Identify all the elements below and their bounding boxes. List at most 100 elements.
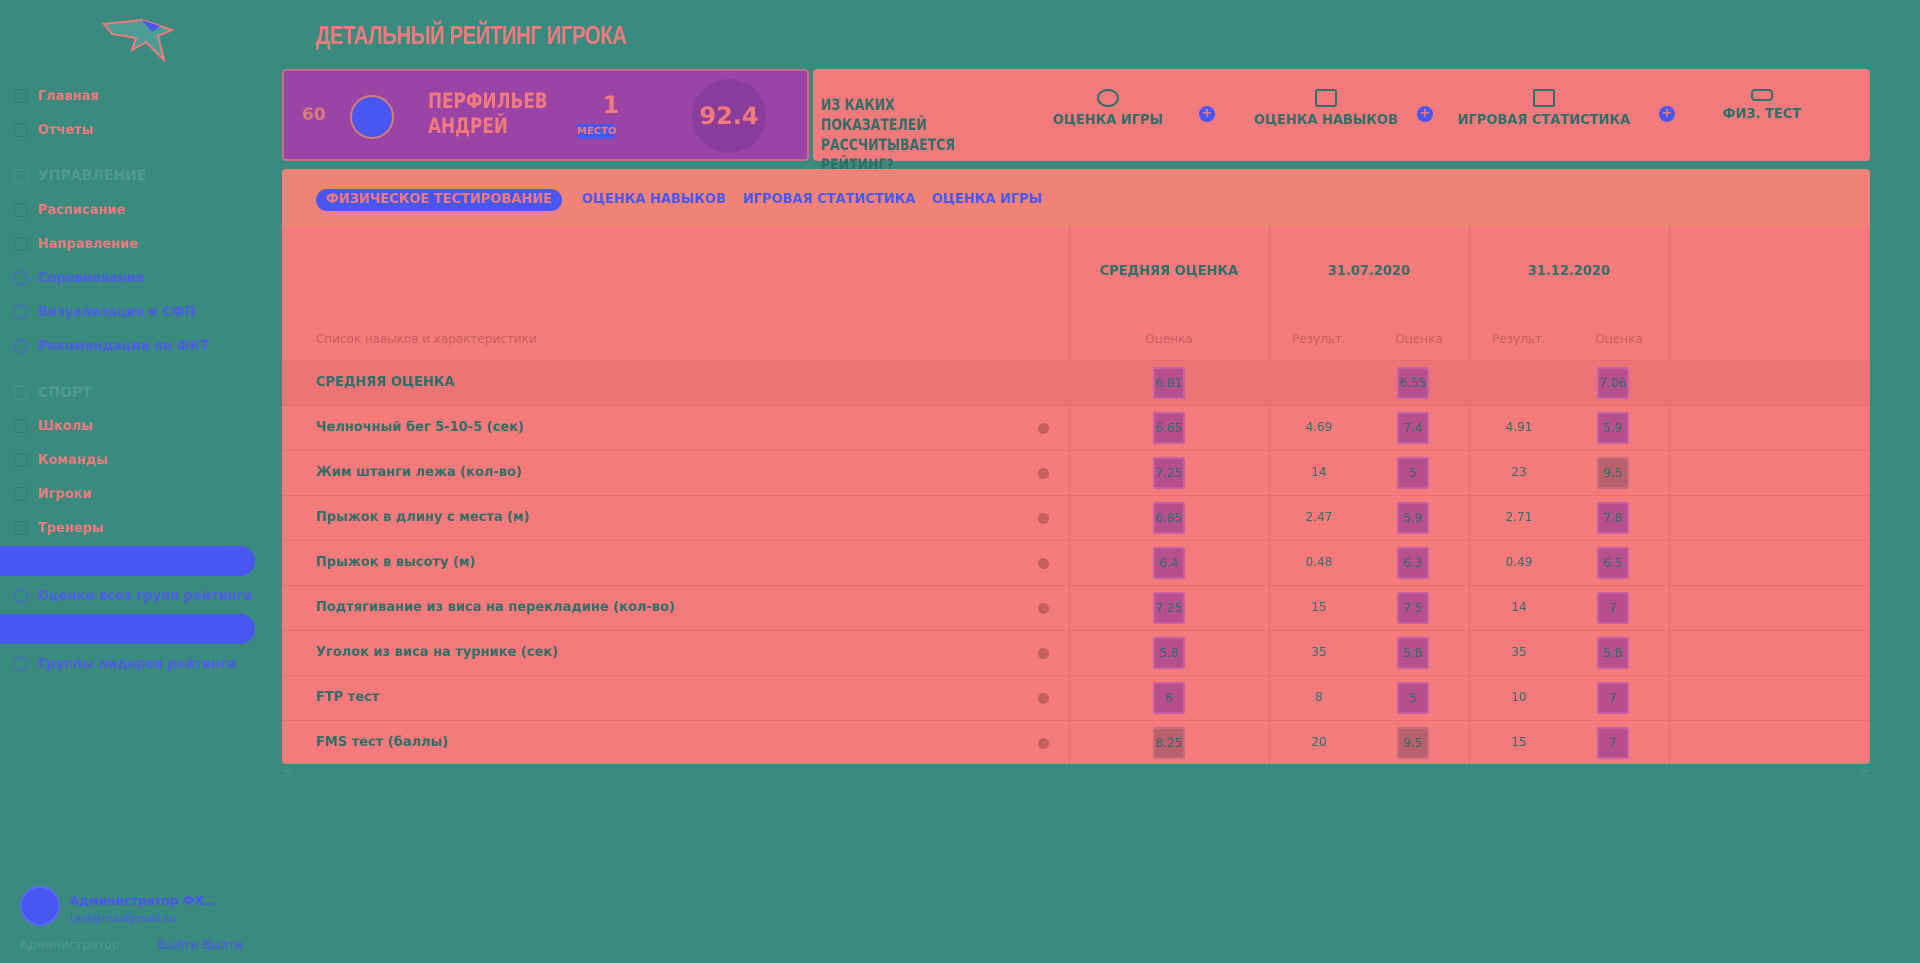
player-firstname: АНДРЕЙ xyxy=(428,114,508,138)
info-icon[interactable] xyxy=(1038,602,1049,614)
nav-teams[interactable]: Команды xyxy=(0,445,255,475)
player-surname: ПЕРФИЛЬЕВ xyxy=(428,89,548,113)
school-icon xyxy=(14,419,28,433)
nav-label: Школы xyxy=(38,418,94,434)
row-label: FMS тест (баллы) xyxy=(316,734,449,750)
result-cell: 15 xyxy=(1511,734,1527,749)
tab-game-stats[interactable]: ИГРОВАЯ СТАТИСТИКА xyxy=(743,189,915,211)
skater-icon xyxy=(1315,89,1337,107)
place-number: 1 xyxy=(602,91,620,119)
group-leaders-icon xyxy=(14,657,28,671)
rating-icon xyxy=(14,554,28,568)
info-icon[interactable] xyxy=(1038,737,1049,749)
info-icon[interactable] xyxy=(1038,647,1049,659)
user-email: test@mail@mail.ru xyxy=(70,912,176,925)
result-cell: 35 xyxy=(1511,644,1527,659)
rating-table-card: ФИЗИЧЕСКОЕ ТЕСТИРОВАНИЕ ОЦЕНКА НАВЫКОВ И… xyxy=(282,169,1870,764)
score-cell: 9.5 xyxy=(1397,726,1429,759)
nav-label: Соревнования xyxy=(38,270,145,286)
home-icon xyxy=(14,89,28,103)
scroll-left-icon[interactable]: < xyxy=(284,766,292,777)
visual-icon xyxy=(14,305,28,319)
nav-competitions[interactable]: Соревнования xyxy=(0,263,255,293)
nav-group-rating[interactable]: Оценки всех групп рейтинга xyxy=(0,581,255,611)
score-cell: 7.25 xyxy=(1153,456,1185,489)
score-cell: 7 xyxy=(1597,726,1629,759)
nav-group-leaders[interactable]: Группы лидеров рейтинга xyxy=(0,649,255,679)
info-icon[interactable] xyxy=(1038,467,1049,479)
score-cell: 6.4 xyxy=(1153,546,1185,579)
trophy-icon xyxy=(14,271,28,285)
row-label: Прыжок в длину с места (м) xyxy=(316,509,530,525)
col-average: СРЕДНЯЯ ОЦЕНКА xyxy=(1099,264,1239,279)
nav-players[interactable]: Игроки xyxy=(0,479,255,509)
nav-label: Расписание xyxy=(38,202,126,218)
col-date-2: 31.12.2020 xyxy=(1527,264,1611,279)
player-icon xyxy=(14,487,28,501)
nav-schedule[interactable]: Расписание xyxy=(0,195,255,225)
recommend-icon xyxy=(14,339,28,353)
score-cell: 6.3 xyxy=(1397,546,1429,579)
nav-schools[interactable]: Школы xyxy=(0,411,255,441)
result-cell: 2.47 xyxy=(1305,509,1333,524)
nav-label: Отчеты xyxy=(38,122,94,138)
player-avatar xyxy=(350,95,394,139)
score-cell: 5.8 xyxy=(1397,636,1429,669)
score-cell: 8.25 xyxy=(1153,726,1185,759)
nav-visual[interactable]: Визуализация и СФП xyxy=(0,297,255,327)
info-icon[interactable] xyxy=(1038,557,1049,569)
nav-coaches[interactable]: Тренеры xyxy=(0,513,255,543)
section-label: СПОРТ xyxy=(38,385,92,401)
info-icon[interactable] xyxy=(1038,512,1049,524)
tab-bar: ФИЗИЧЕСКОЕ ТЕСТИРОВАНИЕ ОЦЕНКА НАВЫКОВ И… xyxy=(282,169,1870,227)
info-icon[interactable] xyxy=(1038,692,1049,704)
section-label: УПРАВЛЕНИЕ xyxy=(38,168,147,184)
section-icon xyxy=(14,169,28,183)
nav-label: Лидеры xyxy=(38,621,99,637)
row-label: Жим штанги лежа (кол-во) xyxy=(316,464,522,480)
nav-recommend[interactable]: Рекомендации по ФКТ xyxy=(0,331,255,361)
score-cell: 6.55 xyxy=(1397,367,1429,399)
result-cell: 2.71 xyxy=(1505,509,1533,524)
rating-components: ИЗ КАКИХ ПОКАЗАТЕЛЕЙ РАССЧИТЫВАЕТСЯ РЕЙТ… xyxy=(813,69,1870,174)
nav-rating[interactable]: Рейтинг xyxy=(0,546,255,576)
sub-result-1: Результ. xyxy=(1292,332,1346,346)
page-title: ДЕТАЛЬНЫЙ РЕЙТИНГ ИГРОКА xyxy=(316,20,627,50)
info-icon[interactable] xyxy=(1038,422,1049,434)
component-game-rating: ОЦЕНКА ИГРЫ xyxy=(1013,89,1203,128)
row-label: Челночный бег 5-10-5 (сек) xyxy=(316,419,524,435)
result-cell: 20 xyxy=(1311,734,1327,749)
nav-label: Рекомендации по ФКТ xyxy=(38,338,209,354)
tab-skills[interactable]: ОЦЕНКА НАВЫКОВ xyxy=(582,189,726,211)
nav-direction[interactable]: Направление xyxy=(0,229,255,259)
avatar[interactable] xyxy=(20,886,60,926)
nav-label: Команды xyxy=(38,452,109,468)
horizontal-scrollbar[interactable]: < > xyxy=(282,766,1870,778)
result-cell: 8 xyxy=(1315,689,1323,704)
nav-leaders[interactable]: Лидеры xyxy=(0,614,255,644)
tab-phys-testing[interactable]: ФИЗИЧЕСКОЕ ТЕСТИРОВАНИЕ xyxy=(316,189,563,211)
row-label: Подтягивание из виса на перекладине (кол… xyxy=(316,599,676,615)
score-cell: 7 xyxy=(1597,681,1629,714)
score-cell: 7.06 xyxy=(1597,367,1629,399)
score-cell: 5.9 xyxy=(1397,501,1429,534)
nav-home[interactable]: Главная xyxy=(0,81,255,111)
logout-link[interactable]: Выйти Выйти xyxy=(158,938,242,952)
tab-game-rating[interactable]: ОЦЕНКА ИГРЫ xyxy=(932,189,1042,211)
result-cell: 35 xyxy=(1311,644,1327,659)
divider xyxy=(282,720,1870,721)
player-number: 60 xyxy=(302,105,326,125)
nav-label: Оценки всех групп рейтинга xyxy=(38,588,253,604)
nav-reports[interactable]: Отчеты xyxy=(0,115,255,145)
row-label: Уголок из виса на турнике (сек) xyxy=(316,644,559,660)
result-cell: 14 xyxy=(1511,599,1527,614)
divider xyxy=(282,585,1870,586)
dumbbell-icon xyxy=(1751,89,1773,101)
scroll-right-icon[interactable]: > xyxy=(1860,766,1868,777)
table-row-average xyxy=(282,361,1870,405)
divider xyxy=(282,495,1870,496)
score-cell: 7.4 xyxy=(1397,411,1429,444)
sidebar: Главная Отчеты УПРАВЛЕНИЕ Расписание Нап… xyxy=(0,0,262,963)
user-role: Администратор xyxy=(20,938,120,952)
logo-icon[interactable] xyxy=(102,16,174,62)
